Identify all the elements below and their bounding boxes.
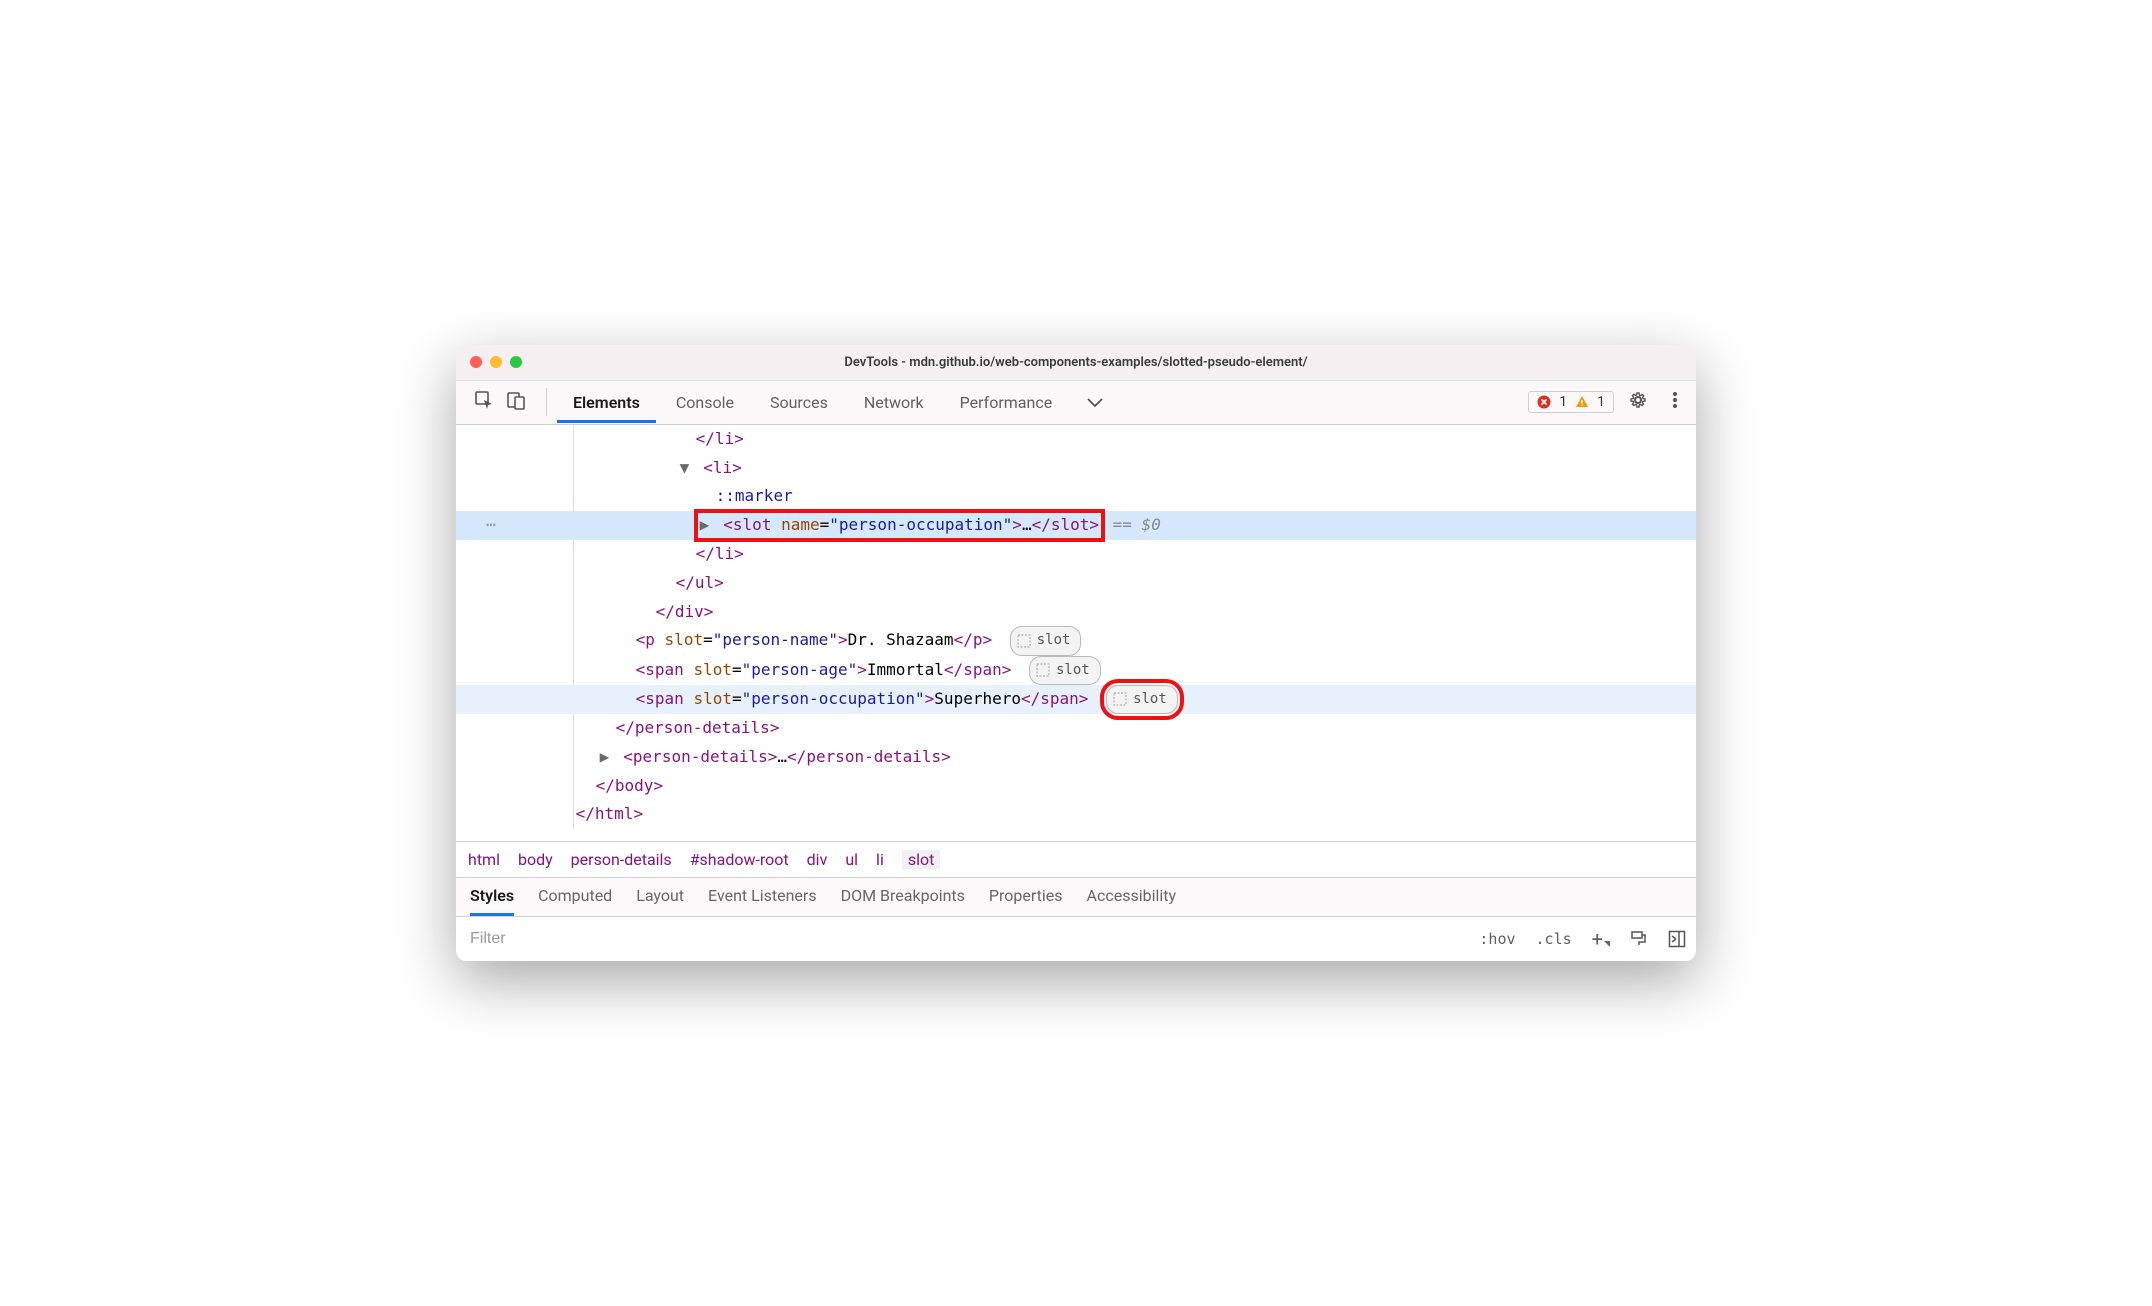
tag-close-div: </div> (656, 602, 714, 621)
overflow-icon[interactable]: ⋯ (456, 511, 526, 540)
crumb-person-details[interactable]: person-details (571, 850, 672, 869)
slot-reveal-badge[interactable]: slot (1029, 656, 1101, 685)
subtab-dom-breakpoints[interactable]: DOM Breakpoints (841, 886, 965, 916)
tab-elements[interactable]: Elements (557, 383, 656, 422)
tag-close-body: </body> (596, 776, 663, 795)
devtools-window: DevTools - mdn.github.io/web-components-… (456, 345, 1696, 961)
tree-row[interactable]: <span slot="person-age">Immortal</span> … (456, 656, 1696, 685)
separator (546, 388, 547, 416)
disclosure-down-icon[interactable]: ▼ (680, 454, 694, 483)
traffic-lights (470, 356, 522, 368)
cls-toggle[interactable]: .cls (1526, 930, 1582, 948)
status-errors-warnings[interactable]: 1 1 (1528, 391, 1614, 413)
tree-row[interactable]: ▼ <li> (456, 454, 1696, 483)
tree-row[interactable]: <p slot="person-name">Dr. Shazaam</p> sl… (456, 626, 1696, 655)
settings-icon[interactable] (1618, 390, 1658, 414)
computed-panel-toggle-icon[interactable] (1658, 930, 1696, 948)
tree-row[interactable]: </ul> (456, 569, 1696, 598)
hov-toggle[interactable]: :hov (1469, 930, 1525, 948)
disclosure-right-icon[interactable]: ▶ (700, 511, 714, 540)
selection-suffix: == $0 (1113, 515, 1161, 534)
tab-network[interactable]: Network (848, 383, 940, 422)
tree-row[interactable]: </li> (456, 540, 1696, 569)
tag-close-li: </li> (696, 429, 744, 448)
attr-val: "person-occupation" (829, 515, 1012, 534)
inspect-icon[interactable] (474, 390, 494, 414)
main-toolbar: Elements Console Sources Network Perform… (456, 381, 1696, 425)
tag-close-html: </html> (576, 804, 643, 823)
attr-name: name (781, 515, 820, 534)
window-title: DevTools - mdn.github.io/web-components-… (456, 355, 1696, 370)
zoom-dot[interactable] (510, 356, 522, 368)
crumb-li[interactable]: li (876, 850, 884, 869)
crumb-shadow-root[interactable]: #shadow-root (690, 850, 789, 869)
crumb-html[interactable]: html (468, 850, 500, 869)
tag-slot-close: </slot> (1032, 515, 1099, 534)
slot-reveal-badge[interactable]: slot (1010, 626, 1082, 655)
slot-reveal-badge[interactable]: slot (1106, 685, 1178, 714)
tree-row[interactable]: </div> (456, 598, 1696, 627)
styles-filter-row: :hov .cls + (456, 917, 1696, 961)
error-count: 1 (1559, 394, 1567, 410)
subtab-computed[interactable]: Computed (538, 886, 612, 916)
crumb-slot[interactable]: slot (902, 850, 941, 869)
crumb-body[interactable]: body (518, 850, 553, 869)
elements-tree[interactable]: </li> ▼ <li> ::marker ⋯ ▶ <slot name="pe… (456, 425, 1696, 841)
warning-count: 1 (1597, 394, 1605, 410)
new-style-rule-icon[interactable]: + (1582, 927, 1620, 951)
tab-console[interactable]: Console (660, 383, 750, 422)
subtab-accessibility[interactable]: Accessibility (1087, 886, 1177, 916)
device-toggle-icon[interactable] (506, 390, 526, 414)
tag-close-ul: </ul> (676, 573, 724, 592)
tag-slot-open: <slot (723, 515, 771, 534)
tree-row[interactable]: </person-details> (456, 714, 1696, 743)
crumb-div[interactable]: div (807, 850, 828, 869)
pseudo-marker: ::marker (716, 486, 793, 505)
subtab-layout[interactable]: Layout (636, 886, 684, 916)
subtab-properties[interactable]: Properties (989, 886, 1063, 916)
tree-row[interactable]: <span slot="person-occupation">Superhero… (456, 685, 1696, 714)
tree-row[interactable]: </html> (456, 800, 1696, 829)
disclosure-right-icon[interactable]: ▶ (600, 743, 614, 772)
minimize-dot[interactable] (490, 356, 502, 368)
tab-performance[interactable]: Performance (944, 383, 1069, 422)
subtab-styles[interactable]: Styles (470, 886, 514, 916)
close-dot[interactable] (470, 356, 482, 368)
tag-open-li: <li> (703, 458, 742, 477)
more-tabs-icon[interactable] (1072, 392, 1118, 413)
tag-close-person-details: </person-details> (616, 718, 780, 737)
tree-row-selected[interactable]: ⋯ ▶ <slot name="person-occupation">…</sl… (456, 511, 1696, 540)
tree-row[interactable]: </body> (456, 772, 1696, 801)
titlebar: DevTools - mdn.github.io/web-components-… (456, 345, 1696, 381)
tree-row[interactable]: ▶ <person-details>…</person-details> (456, 743, 1696, 772)
styles-filter-input[interactable] (456, 930, 1469, 948)
styles-tab-strip: Styles Computed Layout Event Listeners D… (456, 878, 1696, 917)
kebab-icon[interactable] (1662, 391, 1688, 413)
tab-sources[interactable]: Sources (754, 383, 844, 422)
toolbar-left-icons (464, 390, 536, 414)
breadcrumb: html body person-details #shadow-root di… (456, 841, 1696, 878)
crumb-ul[interactable]: ul (845, 850, 858, 869)
tree-row[interactable]: ::marker (456, 482, 1696, 511)
tree-row[interactable]: </li> (456, 425, 1696, 454)
paint-icon[interactable] (1620, 930, 1658, 948)
subtab-event-listeners[interactable]: Event Listeners (708, 886, 817, 916)
tag-close-li: </li> (696, 544, 744, 563)
